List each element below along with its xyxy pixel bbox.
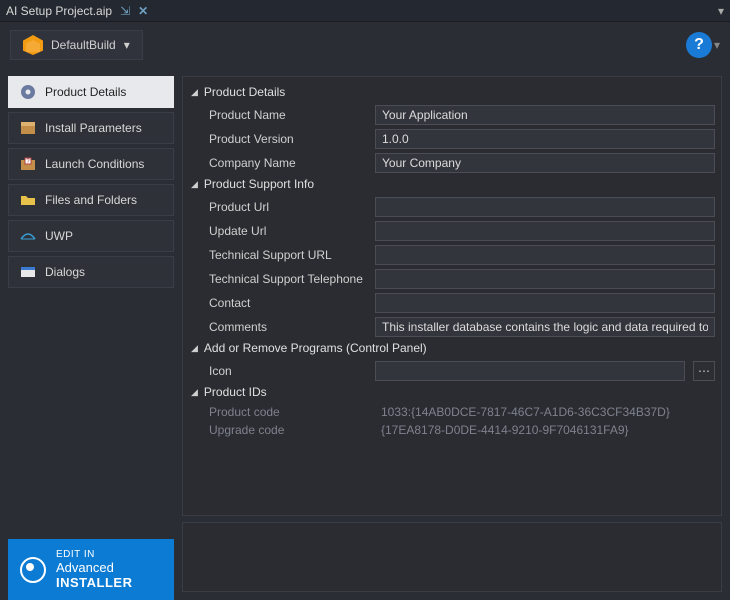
edit-in-small-label: EDIT IN xyxy=(56,549,132,560)
sidebar-item-label: Files and Folders xyxy=(45,193,137,207)
disc-icon xyxy=(19,83,37,101)
sidebar-item-label: Install Parameters xyxy=(45,121,142,135)
collapse-icon: ◢ xyxy=(191,343,198,354)
input-comments[interactable] xyxy=(375,317,715,337)
question-icon: ? xyxy=(694,36,704,54)
bridge-icon xyxy=(19,227,37,245)
window-title: AI Setup Project.aip xyxy=(6,4,112,18)
description-panel xyxy=(182,522,722,592)
section-title: Product Support Info xyxy=(204,177,314,191)
label-contact: Contact xyxy=(209,296,367,310)
sidebar: Product Details Install Parameters ? Lau… xyxy=(0,68,182,600)
pin-icon[interactable]: ⇲ xyxy=(120,4,130,18)
edit-in-line2: INSTALLER xyxy=(56,575,132,590)
title-bar: AI Setup Project.aip ⇲ ✕ ▾ xyxy=(0,0,730,22)
section-title: Add or Remove Programs (Control Panel) xyxy=(204,341,427,355)
label-upgrade-code: Upgrade code xyxy=(209,423,367,437)
row-comments: Comments xyxy=(187,315,715,339)
label-icon: Icon xyxy=(209,364,367,378)
row-update-url: Update Url xyxy=(187,219,715,243)
section-product-details-header[interactable]: ◢ Product Details xyxy=(187,83,715,101)
label-comments: Comments xyxy=(209,320,367,334)
row-product-code: Product code 1033:{14AB0DCE-7817-46C7-A1… xyxy=(187,403,715,421)
row-product-url: Product Url xyxy=(187,195,715,219)
section-title: Product Details xyxy=(204,85,285,99)
label-product-name: Product Name xyxy=(209,108,367,122)
sidebar-item-label: Launch Conditions xyxy=(45,157,144,171)
label-company-name: Company Name xyxy=(209,156,367,170)
properties-panel: ◢ Product Details Product Name Product V… xyxy=(182,76,722,516)
label-tech-url: Technical Support URL xyxy=(209,248,367,262)
section-product-ids-header[interactable]: ◢ Product IDs xyxy=(187,383,715,401)
collapse-icon: ◢ xyxy=(191,179,198,190)
box-icon xyxy=(19,119,37,137)
label-update-url: Update Url xyxy=(209,224,367,238)
input-company-name[interactable] xyxy=(375,153,715,173)
input-icon[interactable] xyxy=(375,361,685,381)
input-tech-url[interactable] xyxy=(375,245,715,265)
edit-in-line1: Advanced xyxy=(56,560,132,575)
section-title: Product IDs xyxy=(204,385,267,399)
chevron-down-icon: ▾ xyxy=(124,38,130,52)
row-product-name: Product Name xyxy=(187,103,715,127)
input-update-url[interactable] xyxy=(375,221,715,241)
row-company-name: Company Name xyxy=(187,151,715,175)
sidebar-item-dialogs[interactable]: Dialogs xyxy=(8,256,174,288)
help-button[interactable]: ? xyxy=(686,32,712,58)
sidebar-item-uwp[interactable]: UWP xyxy=(8,220,174,252)
input-contact[interactable] xyxy=(375,293,715,313)
label-product-url: Product Url xyxy=(209,200,367,214)
dialog-icon xyxy=(19,263,37,281)
build-selector[interactable]: DefaultBuild ▾ xyxy=(10,30,143,60)
input-tech-phone[interactable] xyxy=(375,269,715,289)
sidebar-item-label: Dialogs xyxy=(45,265,85,279)
sidebar-item-label: Product Details xyxy=(45,85,126,99)
main-area: ◢ Product Details Product Name Product V… xyxy=(182,68,730,600)
input-product-version[interactable] xyxy=(375,129,715,149)
value-upgrade-code: {17EA8178-D0DE-4414-9210-9F7046131FA9} xyxy=(375,423,715,437)
sidebar-item-label: UWP xyxy=(45,229,73,243)
sidebar-item-launch-conditions[interactable]: ? Launch Conditions xyxy=(8,148,174,180)
row-contact: Contact xyxy=(187,291,715,315)
close-tab-icon[interactable]: ✕ xyxy=(138,4,148,18)
sidebar-item-files-folders[interactable]: Files and Folders xyxy=(8,184,174,216)
collapse-icon: ◢ xyxy=(191,87,198,98)
label-product-code: Product code xyxy=(209,405,367,419)
row-icon: Icon ⋯ xyxy=(187,359,715,383)
label-product-version: Product Version xyxy=(209,132,367,146)
ellipsis-icon: ⋯ xyxy=(698,364,710,378)
input-product-name[interactable] xyxy=(375,105,715,125)
section-support-info-header[interactable]: ◢ Product Support Info xyxy=(187,175,715,193)
advanced-installer-logo-icon xyxy=(20,557,46,583)
msi-box-icon xyxy=(23,35,43,55)
row-product-version: Product Version xyxy=(187,127,715,151)
window-menu-caret-icon[interactable]: ▾ xyxy=(718,4,724,18)
folder-icon xyxy=(19,191,37,209)
browse-icon-button[interactable]: ⋯ xyxy=(693,361,715,381)
collapse-icon: ◢ xyxy=(191,387,198,398)
row-tech-phone: Technical Support Telephone xyxy=(187,267,715,291)
toolbar: DefaultBuild ▾ ? ▾ xyxy=(0,22,730,68)
row-tech-url: Technical Support URL xyxy=(187,243,715,267)
help-caret-icon[interactable]: ▾ xyxy=(714,38,720,52)
build-label: DefaultBuild xyxy=(51,38,116,52)
sidebar-item-install-parameters[interactable]: Install Parameters xyxy=(8,112,174,144)
value-product-code: 1033:{14AB0DCE-7817-46C7-A1D6-36C3CF34B3… xyxy=(375,405,715,419)
body: Product Details Install Parameters ? Lau… xyxy=(0,68,730,600)
edit-in-advanced-installer-button[interactable]: EDIT IN Advanced INSTALLER xyxy=(8,539,174,600)
section-arp-header[interactable]: ◢ Add or Remove Programs (Control Panel) xyxy=(187,339,715,357)
label-tech-phone: Technical Support Telephone xyxy=(209,272,367,286)
box-question-icon: ? xyxy=(19,155,37,173)
input-product-url[interactable] xyxy=(375,197,715,217)
sidebar-item-product-details[interactable]: Product Details xyxy=(8,76,174,108)
row-upgrade-code: Upgrade code {17EA8178-D0DE-4414-9210-9F… xyxy=(187,421,715,439)
